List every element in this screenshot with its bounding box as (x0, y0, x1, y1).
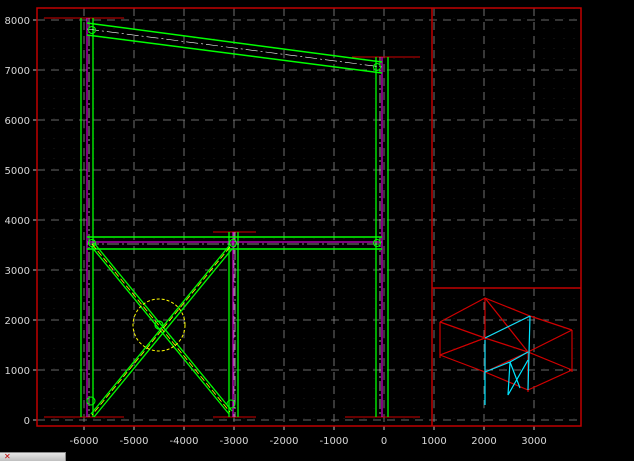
y-tick-label: 3000 (5, 266, 30, 277)
cad-viewport[interactable]: -6000 -5000 -4000 -3000 -2000 -1000 0 1000 2000 3… (0, 0, 634, 461)
y-tick-label: 5000 (5, 166, 30, 177)
x-tick-label: -5000 (119, 436, 148, 447)
close-icon[interactable]: ✕ (4, 453, 11, 461)
y-tick-label: 4000 (5, 216, 30, 227)
y-tick-label: 2000 (5, 316, 30, 327)
y-tick-label: 6000 (5, 116, 30, 127)
y-tick-label: 1000 (5, 366, 30, 377)
x-tick-label: -4000 (169, 436, 198, 447)
x-tick-label: -1000 (319, 436, 348, 447)
x-tick-label: 2000 (471, 436, 496, 447)
y-tick-label: 0 (24, 416, 30, 427)
x-tick-label: -3000 (219, 436, 248, 447)
viewport-background (0, 0, 634, 461)
x-tick-label: 3000 (521, 436, 546, 447)
x-tick-label: 0 (381, 436, 387, 447)
y-tick-label: 7000 (5, 66, 30, 77)
y-tick-label: 8000 (5, 16, 30, 27)
x-tick-label: 1000 (421, 436, 446, 447)
x-tick-label: -2000 (269, 436, 298, 447)
layout-tab[interactable]: ✕ (0, 452, 66, 461)
x-tick-label: -6000 (69, 436, 98, 447)
